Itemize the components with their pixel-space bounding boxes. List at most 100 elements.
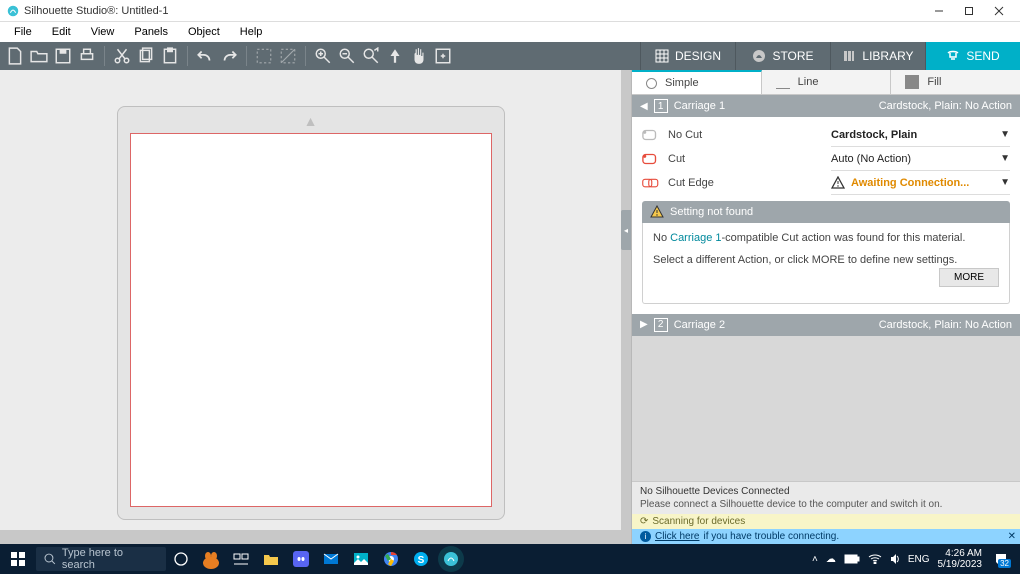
line-icon	[776, 75, 790, 89]
action-value: Auto (No Action)	[831, 153, 911, 165]
deselect-icon[interactable]	[279, 47, 297, 65]
tab-design-label: DESIGN	[675, 49, 721, 63]
mascot-icon[interactable]	[198, 546, 224, 572]
panel-fill	[632, 336, 1020, 481]
window-title: Silhouette Studio®: Untitled-1	[24, 5, 168, 17]
material-value: Cardstock, Plain	[831, 129, 917, 141]
fit-page-icon[interactable]	[386, 47, 404, 65]
search-icon	[44, 553, 56, 565]
new-icon[interactable]	[6, 47, 24, 65]
photos-icon[interactable]	[348, 546, 374, 572]
system-tray[interactable]: ˄ ☁ ENG 4:26 AM 5/19/2023 32	[804, 548, 1020, 570]
carriage-number: 2	[654, 318, 668, 332]
fit-window-icon[interactable]	[434, 47, 452, 65]
open-icon[interactable]	[30, 47, 48, 65]
discord-icon[interactable]	[288, 546, 314, 572]
taskbar-search[interactable]: Type here to search	[36, 547, 166, 571]
wifi-icon[interactable]	[868, 554, 882, 564]
tool-dropdown[interactable]: Awaiting Connection... ▼	[831, 171, 1010, 195]
panel-gutter: ◂	[621, 70, 631, 544]
clock[interactable]: 4:26 AM 5/19/2023	[938, 548, 983, 570]
paste-icon[interactable]	[161, 47, 179, 65]
action-dropdown[interactable]: Auto (No Action)▼	[831, 147, 1010, 171]
menu-file[interactable]: File	[4, 24, 42, 40]
opt-nocut[interactable]: No Cut	[642, 123, 821, 147]
opt-cut[interactable]: Cut	[642, 147, 821, 171]
silhouette-app-icon[interactable]	[438, 546, 464, 572]
cut-mat: ▲	[117, 106, 505, 520]
skype-icon[interactable]: S	[408, 546, 434, 572]
more-button[interactable]: MORE	[939, 268, 999, 287]
tab-design[interactable]: DESIGN	[640, 42, 735, 70]
radio-icon	[646, 78, 657, 89]
copy-icon[interactable]	[137, 47, 155, 65]
carriage-number: 1	[654, 99, 668, 113]
awaiting-label: Awaiting Connection...	[851, 177, 969, 189]
carriage-2-header[interactable]: ▶ 2 Carriage 2 Cardstock, Plain: No Acti…	[632, 314, 1020, 336]
menu-panels[interactable]: Panels	[124, 24, 178, 40]
menu-edit[interactable]: Edit	[42, 24, 81, 40]
menu-help[interactable]: Help	[230, 24, 273, 40]
zoom-in-icon[interactable]	[314, 47, 332, 65]
mode-simple[interactable]: Simple	[632, 70, 762, 94]
chevron-down-icon: ▼	[1000, 129, 1010, 140]
cut-icon[interactable]	[113, 47, 131, 65]
maximize-button[interactable]	[954, 1, 984, 21]
cortana-icon[interactable]	[168, 546, 194, 572]
opt-cut-label: Cut	[668, 153, 685, 165]
chrome-icon[interactable]	[378, 546, 404, 572]
zoom-out-icon[interactable]	[338, 47, 356, 65]
carriage-1-header[interactable]: ◀ 1 Carriage 1 Cardstock, Plain: No Acti…	[632, 95, 1020, 117]
snf-text: No	[653, 232, 670, 244]
nocut-icon	[642, 128, 660, 142]
menu-view[interactable]: View	[81, 24, 125, 40]
tab-library[interactable]: LIBRARY	[830, 42, 925, 70]
help-link[interactable]: Click here	[655, 531, 699, 542]
mode-line[interactable]: Line	[762, 70, 892, 94]
menu-object[interactable]: Object	[178, 24, 230, 40]
scanning-text: Scanning for devices	[652, 516, 745, 527]
design-page[interactable]	[130, 133, 492, 507]
snf-link[interactable]: Carriage 1	[670, 232, 721, 244]
tab-store[interactable]: STORE	[735, 42, 830, 70]
help-close-button[interactable]: ✕	[1008, 531, 1016, 542]
canvas-area[interactable]: ▲	[0, 70, 621, 544]
zoom-selection-icon[interactable]	[362, 47, 380, 65]
clock-date: 5/19/2023	[938, 559, 983, 570]
volume-icon[interactable]	[890, 553, 900, 565]
mail-icon[interactable]	[318, 546, 344, 572]
start-button[interactable]	[0, 544, 36, 574]
mode-tabs: Simple Line Fill	[632, 70, 1020, 95]
minimize-button[interactable]	[924, 1, 954, 21]
nav-tabs: DESIGN STORE LIBRARY SEND	[640, 42, 1020, 70]
undo-icon[interactable]	[196, 47, 214, 65]
battery-icon[interactable]	[844, 554, 860, 564]
file-explorer-icon[interactable]	[258, 546, 284, 572]
save-icon[interactable]	[54, 47, 72, 65]
close-button[interactable]	[984, 1, 1014, 21]
chevron-down-icon: ▼	[1000, 177, 1010, 188]
mode-fill[interactable]: Fill	[891, 70, 1020, 94]
app-logo-icon	[6, 4, 20, 18]
device-status-heading: No Silhouette Devices Connected	[640, 486, 1012, 497]
help-bar: i Click here if you have trouble connect…	[632, 529, 1020, 544]
redo-icon[interactable]	[220, 47, 238, 65]
opt-cutedge-label: Cut Edge	[668, 177, 714, 189]
warning-icon	[650, 205, 664, 219]
notifications-button[interactable]: 32	[990, 549, 1012, 569]
tab-store-label: STORE	[772, 49, 813, 63]
onedrive-icon[interactable]: ☁	[826, 554, 836, 565]
info-icon: i	[640, 531, 651, 542]
select-icon[interactable]	[255, 47, 273, 65]
tray-chevron-icon[interactable]: ˄	[812, 554, 818, 565]
task-view-icon[interactable]	[228, 546, 254, 572]
panel-collapse-button[interactable]: ◂	[621, 210, 631, 250]
pan-icon[interactable]	[410, 47, 428, 65]
material-dropdown[interactable]: Cardstock, Plain ▼	[831, 123, 1010, 147]
language-indicator[interactable]: ENG	[908, 554, 930, 565]
tab-send[interactable]: SEND	[925, 42, 1020, 70]
carriage-1-body: No Cut Cut Cut Edge Cardstock, Plain ▼ Au…	[632, 117, 1020, 314]
setting-not-found-header: Setting not found	[642, 201, 1010, 223]
opt-cutedge[interactable]: Cut Edge	[642, 171, 821, 195]
print-icon[interactable]	[78, 47, 96, 65]
